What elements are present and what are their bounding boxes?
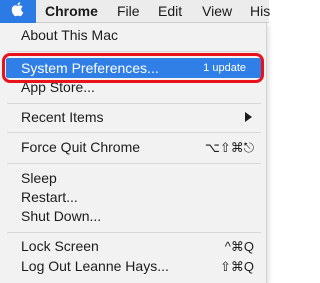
menu-item-sleep[interactable]: Sleep <box>21 170 57 187</box>
apple-menu-button[interactable] <box>0 0 36 23</box>
menubar-view[interactable]: View <box>202 3 232 20</box>
log-out-shortcut: ⇧⌘Q <box>219 259 254 274</box>
menu-item-about-this-mac[interactable]: About This Mac <box>21 27 118 44</box>
force-quit-shortcut: ⌥⇧⌘⎋ <box>204 140 254 155</box>
menu-separator <box>7 132 261 133</box>
menu-separator <box>7 232 261 233</box>
menu-separator <box>7 103 261 104</box>
submenu-arrow-icon <box>245 112 252 122</box>
menu-separator <box>7 51 261 52</box>
menu-item-recent-items[interactable]: Recent Items <box>21 109 103 126</box>
menubar-history[interactable]: His <box>250 3 270 20</box>
menu-item-restart[interactable]: Restart... <box>21 189 78 206</box>
lock-screen-shortcut: ^⌘Q <box>224 239 254 254</box>
apple-logo-icon <box>11 1 25 22</box>
menu-bar: Chrome File Edit View His <box>0 0 270 23</box>
menubar-file[interactable]: File <box>117 3 140 20</box>
apple-menu-dropdown: About This Mac System Preferences... 1 u… <box>0 23 267 283</box>
menu-item-force-quit[interactable]: Force Quit Chrome <box>21 139 140 156</box>
menu-item-shut-down[interactable]: Shut Down... <box>21 208 101 225</box>
menu-item-lock-screen[interactable]: Lock Screen <box>21 238 99 255</box>
annotation-highlight-box <box>2 53 264 83</box>
menubar-edit[interactable]: Edit <box>158 3 182 20</box>
menubar-app-name[interactable]: Chrome <box>45 3 98 20</box>
menu-item-log-out[interactable]: Log Out Leanne Hays... <box>21 258 169 275</box>
menu-separator <box>7 163 261 164</box>
